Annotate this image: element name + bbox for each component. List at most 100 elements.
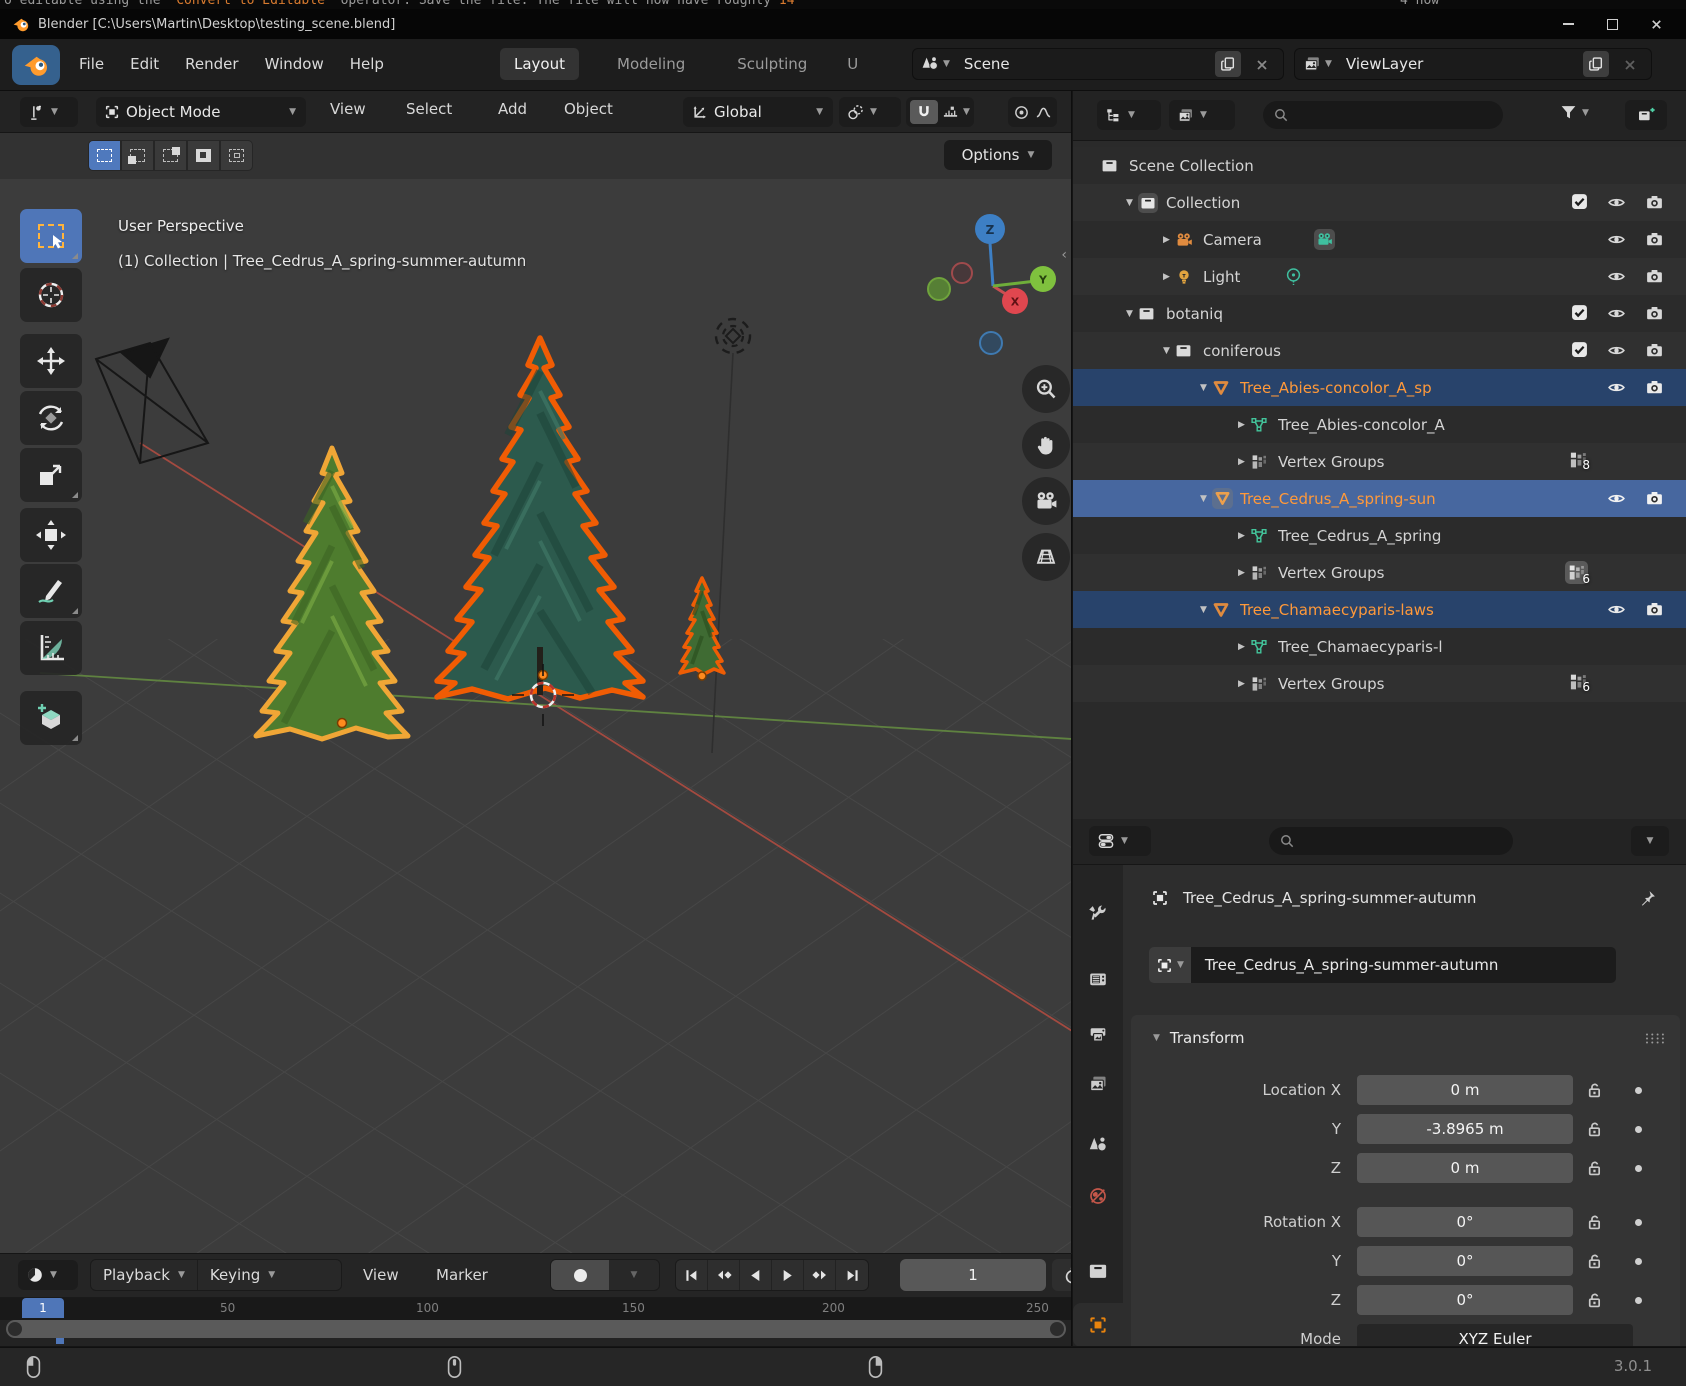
tool-add-cube[interactable] (20, 691, 82, 745)
gizmo-minus-x[interactable] (952, 263, 972, 283)
keying-set-dropdown[interactable]: ▼ (609, 1270, 659, 1280)
snap-toggle[interactable] (910, 100, 938, 124)
stopwatch-button[interactable] (1052, 1259, 1072, 1291)
select-mode-new[interactable] (88, 140, 121, 171)
tool-measure[interactable] (20, 621, 82, 675)
menu-select[interactable]: Select (398, 95, 460, 123)
outliner-row-vertex-groups-abies[interactable]: ▶ Vertex Groups 8 (1073, 443, 1686, 480)
pivot-dropdown[interactable]: ▼ (839, 97, 901, 127)
properties-options-button[interactable]: ▼ (1631, 826, 1669, 856)
tool-rotate[interactable] (20, 391, 82, 445)
hide-eye-toggle[interactable] (1607, 267, 1626, 286)
expander-icon[interactable]: ▶ (1233, 420, 1250, 430)
lock-icon[interactable] (1585, 1081, 1603, 1099)
timeline-scrollbar[interactable] (6, 1320, 1066, 1338)
hide-eye-toggle[interactable] (1607, 341, 1626, 360)
filter-dropdown[interactable]: ▼ (1559, 103, 1589, 122)
expander-icon[interactable]: ▼ (1158, 346, 1175, 356)
animate-dot[interactable] (1635, 1126, 1642, 1133)
pin-icon[interactable] (1638, 889, 1657, 908)
light-data-icon[interactable] (1284, 267, 1303, 286)
workspace-tab-layout[interactable]: Layout (500, 48, 579, 80)
next-keyframe-button[interactable] (804, 1260, 836, 1290)
render-camera-toggle[interactable] (1645, 378, 1664, 397)
hide-eye-toggle[interactable] (1607, 230, 1626, 249)
camera-view-button[interactable] (1022, 477, 1070, 525)
gizmo-minus-z[interactable] (980, 332, 1002, 354)
workspace-tab-modeling[interactable]: Modeling (603, 48, 699, 80)
proportional-edit-toggle[interactable] (1013, 104, 1030, 121)
rotation-z-field[interactable]: 0° (1357, 1285, 1573, 1315)
minimize-button[interactable] (1546, 9, 1590, 39)
outliner-row-mesh-abies[interactable]: ▶ Tree_Abies-concolor_A (1073, 406, 1686, 443)
location-y-field[interactable]: -3.8965 m (1357, 1114, 1573, 1144)
render-camera-toggle[interactable] (1645, 341, 1664, 360)
hide-eye-toggle[interactable] (1607, 600, 1626, 619)
options-button[interactable]: Options▼ (944, 140, 1052, 170)
new-collection-button[interactable] (1625, 100, 1667, 130)
current-frame-marker[interactable]: 1 (22, 1298, 64, 1318)
expander-icon[interactable]: ▶ (1158, 235, 1175, 245)
outliner-row-scene-collection[interactable]: Scene Collection (1073, 147, 1686, 184)
pan-button[interactable] (1022, 421, 1070, 469)
expander-icon[interactable]: ▼ (1195, 383, 1212, 393)
render-camera-toggle[interactable] (1645, 304, 1664, 323)
outliner-row-botaniq[interactable]: ▼ botaniq (1073, 295, 1686, 332)
blender-app-button[interactable] (12, 45, 60, 85)
outliner-row-light[interactable]: ▶ Light (1073, 258, 1686, 295)
rotation-y-field[interactable]: 0° (1357, 1246, 1573, 1276)
breadcrumb-object[interactable]: Tree_Cedrus_A_spring-summer-autumn (1183, 889, 1476, 907)
tab-tool[interactable] (1073, 891, 1123, 935)
menu-render[interactable]: Render (172, 49, 251, 79)
timeline-type-dropdown[interactable]: ▼ (18, 1260, 78, 1290)
menu-edit[interactable]: Edit (117, 49, 172, 79)
location-z-field[interactable]: 0 m (1357, 1153, 1573, 1183)
render-camera-toggle[interactable] (1645, 267, 1664, 286)
tab-world[interactable] (1073, 1174, 1123, 1218)
tab-view-layer[interactable] (1073, 1062, 1123, 1106)
select-mode-invert[interactable] (187, 140, 220, 171)
render-camera-toggle[interactable] (1645, 193, 1664, 212)
gizmo-minus-y[interactable] (928, 278, 950, 300)
prev-keyframe-button[interactable] (708, 1260, 740, 1290)
rotation-x-field[interactable]: 0° (1357, 1207, 1573, 1237)
properties-search-input[interactable] (1269, 827, 1513, 855)
scene-selector[interactable]: ▼ Scene (912, 48, 1284, 80)
hide-eye-toggle[interactable] (1607, 304, 1626, 323)
expander-icon[interactable]: ▶ (1233, 679, 1250, 689)
workspace-tab-sculpting[interactable]: Sculpting (723, 48, 821, 80)
menu-view[interactable]: View (322, 95, 374, 123)
render-camera-toggle[interactable] (1645, 489, 1664, 508)
expander-icon[interactable]: ▶ (1233, 457, 1250, 467)
tool-transform[interactable] (20, 508, 82, 562)
tab-scene[interactable] (1073, 1123, 1123, 1167)
active-tool-dropdown[interactable]: ▼ (20, 97, 78, 127)
playback-menu[interactable]: Playback▼ (91, 1260, 198, 1290)
perspective-toggle-button[interactable] (1022, 533, 1070, 581)
close-button[interactable] (1634, 9, 1678, 39)
tool-move[interactable] (20, 334, 82, 388)
lock-icon[interactable] (1585, 1159, 1603, 1177)
exclude-checkbox[interactable] (1571, 304, 1588, 321)
expander-icon[interactable]: ▼ (1195, 605, 1212, 615)
animate-dot[interactable] (1635, 1165, 1642, 1172)
outliner-row-vertex-groups-cedrus[interactable]: ▶ Vertex Groups 6 (1073, 554, 1686, 591)
mode-dropdown-field[interactable]: XYZ Euler (1357, 1324, 1633, 1346)
timeline-view-menu[interactable]: View (355, 1261, 407, 1289)
animate-dot[interactable] (1635, 1087, 1642, 1094)
lock-icon[interactable] (1585, 1252, 1603, 1270)
viewport-3d[interactable]: Z Y X ▼ Object Mode ▼ View Select Add Ob… (0, 91, 1072, 1253)
zoom-button[interactable] (1022, 365, 1070, 413)
mode-dropdown[interactable]: Object Mode ▼ (96, 97, 306, 127)
outliner-row-mesh-chamaecyparis[interactable]: ▶ Tree_Chamaecyparis-l (1073, 628, 1686, 665)
viewlayer-selector[interactable]: ▼ ViewLayer (1294, 48, 1652, 80)
outliner-row-vertex-groups-chamaecyparis[interactable]: ▶ Vertex Groups 6 (1073, 665, 1686, 702)
tool-cursor[interactable] (20, 268, 82, 322)
tab-collection[interactable] (1073, 1249, 1123, 1293)
workspace-tab-clipped[interactable]: U (845, 48, 865, 80)
tab-output[interactable] (1073, 1012, 1123, 1056)
keying-menu[interactable]: Keying▼ (198, 1266, 287, 1284)
scene-unlink-icon[interactable] (1255, 58, 1269, 72)
outliner-row-tree-cedrus[interactable]: ▼ Tree_Cedrus_A_spring-sun (1073, 480, 1686, 517)
play-button[interactable] (772, 1260, 804, 1290)
